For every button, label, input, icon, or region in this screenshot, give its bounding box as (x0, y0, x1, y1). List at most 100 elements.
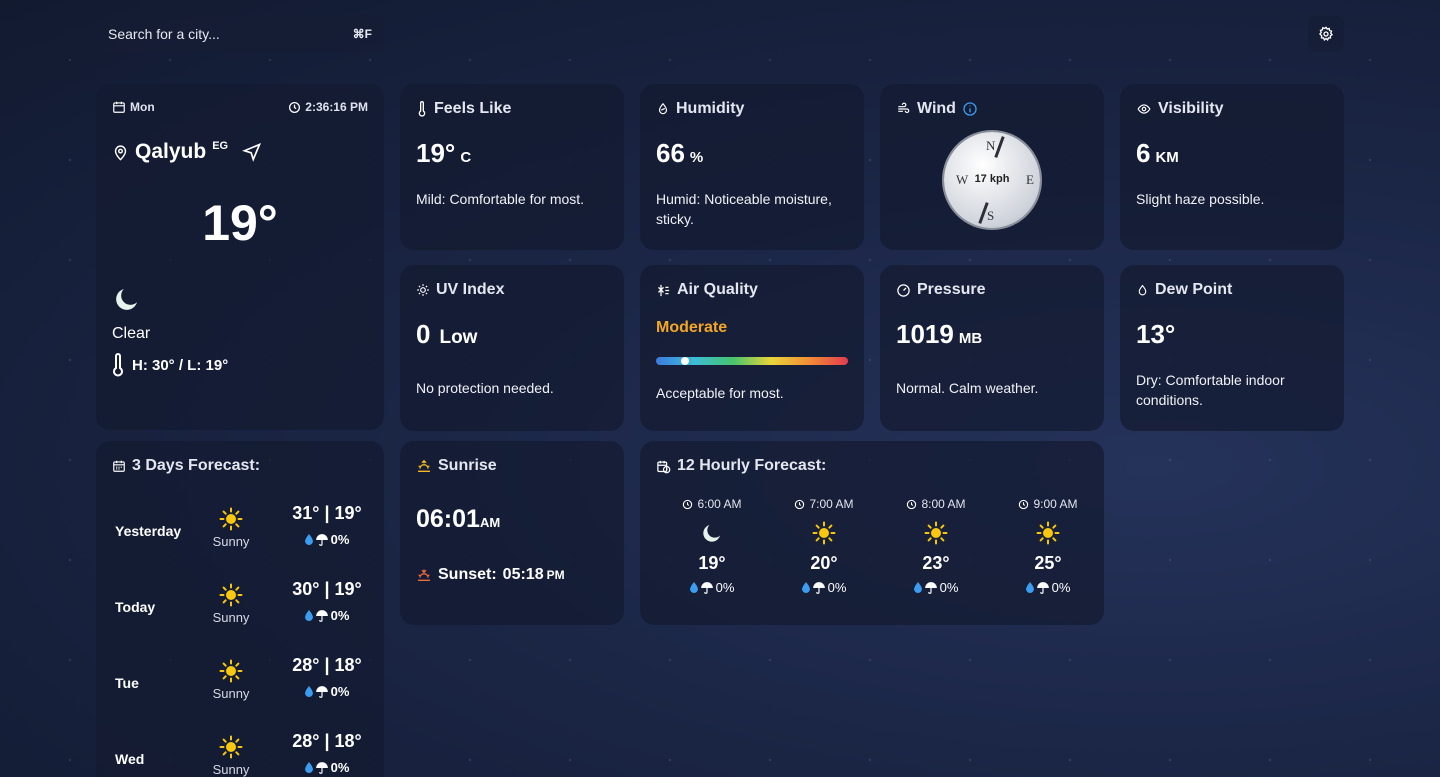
pressure-card: Pressure 1019 MB Normal. Calm weather. (880, 265, 1104, 431)
hourly-time-label: 9:00 AM (1033, 497, 1078, 511)
forecast-title: 3 Days Forecast: (132, 457, 261, 474)
wind-icon (898, 102, 910, 114)
feels-like-card: Feels Like 19° C Mild: Comfortable for mo… (400, 84, 624, 250)
sun-icon (219, 507, 243, 531)
wind-card: Wind N E S W 17 kph (880, 84, 1104, 250)
clock-icon (907, 499, 917, 509)
forecast-precip-value: 0% (330, 532, 350, 547)
hourly-precip: 0% (784, 580, 864, 595)
forecast-condition-label: Sunny (212, 534, 250, 549)
sun-outline-icon (417, 284, 429, 296)
rain-drop-icon (913, 582, 922, 593)
sunrise-time: 06:01 (416, 505, 480, 533)
air-quality-marker (680, 357, 689, 365)
hourly-icon (1008, 521, 1088, 545)
current-weather-card: Mon 2:36:16 PM Qalyub EG 19° Clear H: 30°… (96, 84, 384, 430)
navigate-icon[interactable] (242, 142, 262, 162)
forecast-condition: Sunny (204, 659, 258, 701)
forecast-precip: 0% (282, 608, 372, 623)
hourly-time-label: 7:00 AM (809, 497, 854, 511)
hourly-item: 8:00 AM 23° 0% (896, 497, 976, 595)
humidity-desc: Humid: Noticeable moisture, sticky. (656, 191, 832, 227)
dew-point-card: Dew Point 13° Dry: Comfortable indoor co… (1120, 265, 1344, 431)
clock-icon (683, 499, 693, 509)
air-quality-title: Air Quality (677, 281, 758, 298)
humidity-title: Humidity (676, 100, 745, 117)
compass-n: N (986, 138, 996, 153)
search-input[interactable] (108, 26, 328, 42)
forecast-temps: 28° | 18° (292, 655, 362, 675)
dew-point-desc: Dry: Comfortable indoor conditions. (1136, 372, 1285, 408)
hourly-precip-value: 0% (715, 580, 735, 595)
pressure-value: 1019 (896, 319, 954, 349)
pressure-unit: MB (958, 330, 983, 347)
sunrise-icon (418, 459, 430, 472)
forecast-condition: Sunny (204, 735, 258, 777)
rain-drop-icon (304, 762, 313, 773)
visibility-value: 6 (1136, 138, 1151, 168)
gauge-icon (897, 283, 910, 297)
condition-label: Clear (112, 325, 151, 342)
sunrise-card: Sunrise 06:01AM Sunset: 05:18 PM (400, 441, 624, 625)
dew-point-title: Dew Point (1155, 281, 1233, 298)
uv-index-card: UV Index 0 Low No protection needed. (400, 265, 624, 431)
wind-title: Wind (917, 100, 956, 117)
rain-drop-icon (801, 582, 810, 593)
forecast-day: Wed (115, 751, 145, 767)
sunrise-title: Sunrise (438, 457, 497, 474)
feels-like-value: 19° (416, 138, 456, 168)
air-quality-level: Moderate (656, 319, 728, 336)
wind-speed: 17 kph (974, 173, 1010, 185)
info-icon[interactable] (962, 101, 978, 117)
rain-drop-icon (1025, 582, 1034, 593)
clock-icon (289, 101, 301, 113)
sunrise-ampm: AM (479, 515, 501, 530)
calendar-icon (113, 101, 125, 113)
pressure-desc: Normal. Calm weather. (896, 380, 1039, 396)
moon-icon (116, 289, 137, 310)
search-bar[interactable]: ⌘F (96, 15, 384, 53)
hourly-temp: 20° (810, 553, 838, 573)
forecast-precip: 0% (282, 760, 372, 775)
settings-button[interactable] (1308, 16, 1344, 52)
sunrise-time-row: 06:01AM (416, 505, 608, 534)
hourly-precip: 0% (1008, 580, 1088, 595)
feels-like-title: Feels Like (434, 100, 512, 117)
forecast-condition: Sunny (204, 583, 258, 625)
rain-drop-icon (304, 610, 313, 621)
feels-like-desc: Mild: Comfortable for most. (416, 191, 585, 207)
uv-title: UV Index (436, 281, 505, 298)
uv-value: 0 (416, 319, 431, 349)
day-label: Mon (130, 100, 155, 114)
compass-needle-north (994, 136, 1005, 158)
forecast-precip-value: 0% (330, 760, 350, 775)
forecast-day: Today (115, 599, 156, 615)
hourly-time: 9:00 AM (1008, 497, 1088, 511)
hourly-time: 7:00 AM (784, 497, 864, 511)
droplet-icon (1138, 284, 1147, 295)
current-time: 2:36:16 PM (288, 100, 368, 114)
eye-icon (1137, 104, 1151, 114)
sunset-row: Sunset: 05:18 PM (416, 566, 608, 584)
humidity-card: Humidity 66% Humid: Noticeable moisture,… (640, 84, 864, 250)
umbrella-icon (700, 581, 713, 594)
city-row: Qalyub EG (112, 140, 368, 164)
hourly-precip: 0% (896, 580, 976, 595)
country-code: EG (212, 140, 229, 152)
air-quality-desc: Acceptable for most. (656, 385, 784, 401)
hourly-item: 7:00 AM 20° 0% (784, 497, 864, 595)
humidity-icon (658, 102, 668, 115)
rain-drop-icon (304, 686, 313, 697)
air-quality-icon (658, 284, 670, 296)
sun-icon (219, 735, 243, 759)
current-day: Mon (112, 100, 155, 114)
forecast-day: Tue (115, 675, 139, 691)
visibility-title: Visibility (1158, 100, 1224, 117)
visibility-desc: Slight haze possible. (1136, 191, 1265, 207)
city-name: Qalyub (135, 140, 207, 163)
sun-icon (812, 521, 836, 545)
visibility-unit: KM (1155, 149, 1179, 166)
high-low-label: H: 30° / L: 19° (132, 356, 229, 374)
forecast-condition: Sunny (204, 507, 258, 549)
umbrella-icon (315, 609, 328, 622)
